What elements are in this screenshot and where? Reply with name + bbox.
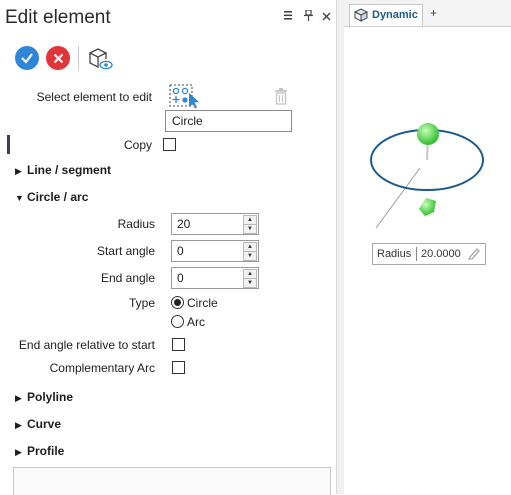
start-angle-value: 0 — [177, 244, 184, 258]
delete-element-button[interactable] — [274, 88, 288, 105]
toolbar-separator — [78, 46, 79, 71]
radius-tag[interactable]: Radius 20.0000 — [372, 243, 486, 265]
view-toggle-button[interactable] — [87, 46, 113, 72]
x-icon — [53, 53, 63, 63]
expand-icon: ▶ — [15, 420, 22, 430]
panel-splitter[interactable] — [336, 0, 344, 494]
end-angle-label: End angle — [100, 271, 155, 285]
radius-tag-label: Radius — [377, 248, 412, 260]
active-marker — [7, 135, 10, 154]
type-radio-arc[interactable] — [171, 315, 184, 328]
radius-tag-value: 20.0000 — [421, 248, 461, 260]
radius-decrement-button[interactable]: ▼ — [243, 224, 257, 234]
element-name-field[interactable]: Circle — [165, 110, 292, 132]
expand-icon: ▶ — [15, 393, 22, 403]
ok-button[interactable] — [15, 46, 39, 70]
section-polyline[interactable]: ▶ Polyline — [15, 390, 73, 404]
section-profile[interactable]: ▶ Profile — [15, 444, 64, 458]
select-element-label: Select element to edit — [36, 90, 152, 104]
copy-label: Copy — [123, 138, 152, 152]
pin-icon[interactable] — [304, 9, 313, 24]
view-tab-bar: Dynamic + — [344, 0, 511, 27]
section-circle-label: Circle / arc — [27, 190, 89, 204]
type-radio-circle[interactable] — [171, 296, 184, 309]
type-option-circle[interactable]: Circle — [187, 296, 218, 310]
type-label: Type — [128, 296, 155, 310]
radius-value: 20 — [177, 217, 191, 231]
radius-label: Radius — [117, 217, 155, 231]
end-relative-checkbox[interactable] — [172, 338, 185, 351]
check-icon — [21, 53, 33, 64]
section-circle-arc[interactable]: ▼ Circle / arc — [15, 190, 88, 204]
radius-leader-line — [375, 167, 421, 229]
drawing-canvas[interactable]: Radius 20.0000 — [344, 27, 511, 494]
section-polyline-label: Polyline — [27, 390, 74, 404]
pick-element-button[interactable] — [169, 84, 201, 109]
list-icon[interactable] — [283, 10, 293, 24]
radius-tag-separator — [416, 247, 417, 261]
panel-title: Edit element — [5, 7, 111, 28]
complementary-arc-label: Complementary Arc — [49, 361, 155, 375]
collapse-icon: ▼ — [15, 193, 24, 203]
center-point-handle — [417, 123, 439, 145]
copy-checkbox[interactable] — [163, 138, 176, 151]
add-tab-button[interactable]: + — [430, 6, 437, 20]
geometry-drawing — [370, 123, 484, 229]
start-angle-decrement-button[interactable]: ▼ — [243, 251, 257, 261]
expand-icon: ▶ — [15, 447, 22, 457]
pencil-icon[interactable] — [467, 246, 481, 260]
radius-input[interactable]: 20 ▲ ▼ — [171, 213, 259, 235]
section-curve[interactable]: ▶ Curve — [15, 417, 61, 431]
section-curve-label: Curve — [27, 417, 62, 431]
tab-dynamic[interactable]: Dynamic — [349, 4, 423, 26]
section-profile-label: Profile — [27, 444, 65, 458]
end-relative-label: End angle relative to start — [18, 338, 155, 352]
expand-icon: ▶ — [15, 166, 22, 176]
radius-handle — [419, 198, 436, 216]
section-line-label: Line / segment — [27, 163, 112, 177]
complementary-arc-checkbox[interactable] — [172, 361, 185, 374]
element-name-value: Circle — [172, 114, 203, 128]
tab-dynamic-label: Dynamic — [372, 9, 418, 21]
trash-icon — [275, 88, 287, 105]
start-angle-label: Start angle — [96, 244, 155, 258]
cube-view-icon — [88, 48, 113, 70]
cancel-button[interactable] — [46, 46, 70, 70]
dynamic-view: Dynamic + Radius 20.0000 — [344, 0, 511, 494]
start-angle-input[interactable]: 0 ▲ ▼ — [171, 240, 259, 262]
description-box — [13, 467, 331, 495]
close-icon[interactable] — [322, 10, 331, 24]
edit-element-panel: Edit element Select element to edit Circ… — [0, 0, 336, 495]
type-option-arc[interactable]: Arc — [187, 315, 205, 329]
section-line-segment[interactable]: ▶ Line / segment — [15, 163, 111, 177]
cube-icon — [354, 8, 368, 22]
end-angle-input[interactable]: 0 ▲ ▼ — [171, 267, 259, 289]
end-angle-value: 0 — [177, 271, 184, 285]
end-angle-decrement-button[interactable]: ▼ — [243, 278, 257, 288]
pick-element-icon — [169, 84, 199, 109]
